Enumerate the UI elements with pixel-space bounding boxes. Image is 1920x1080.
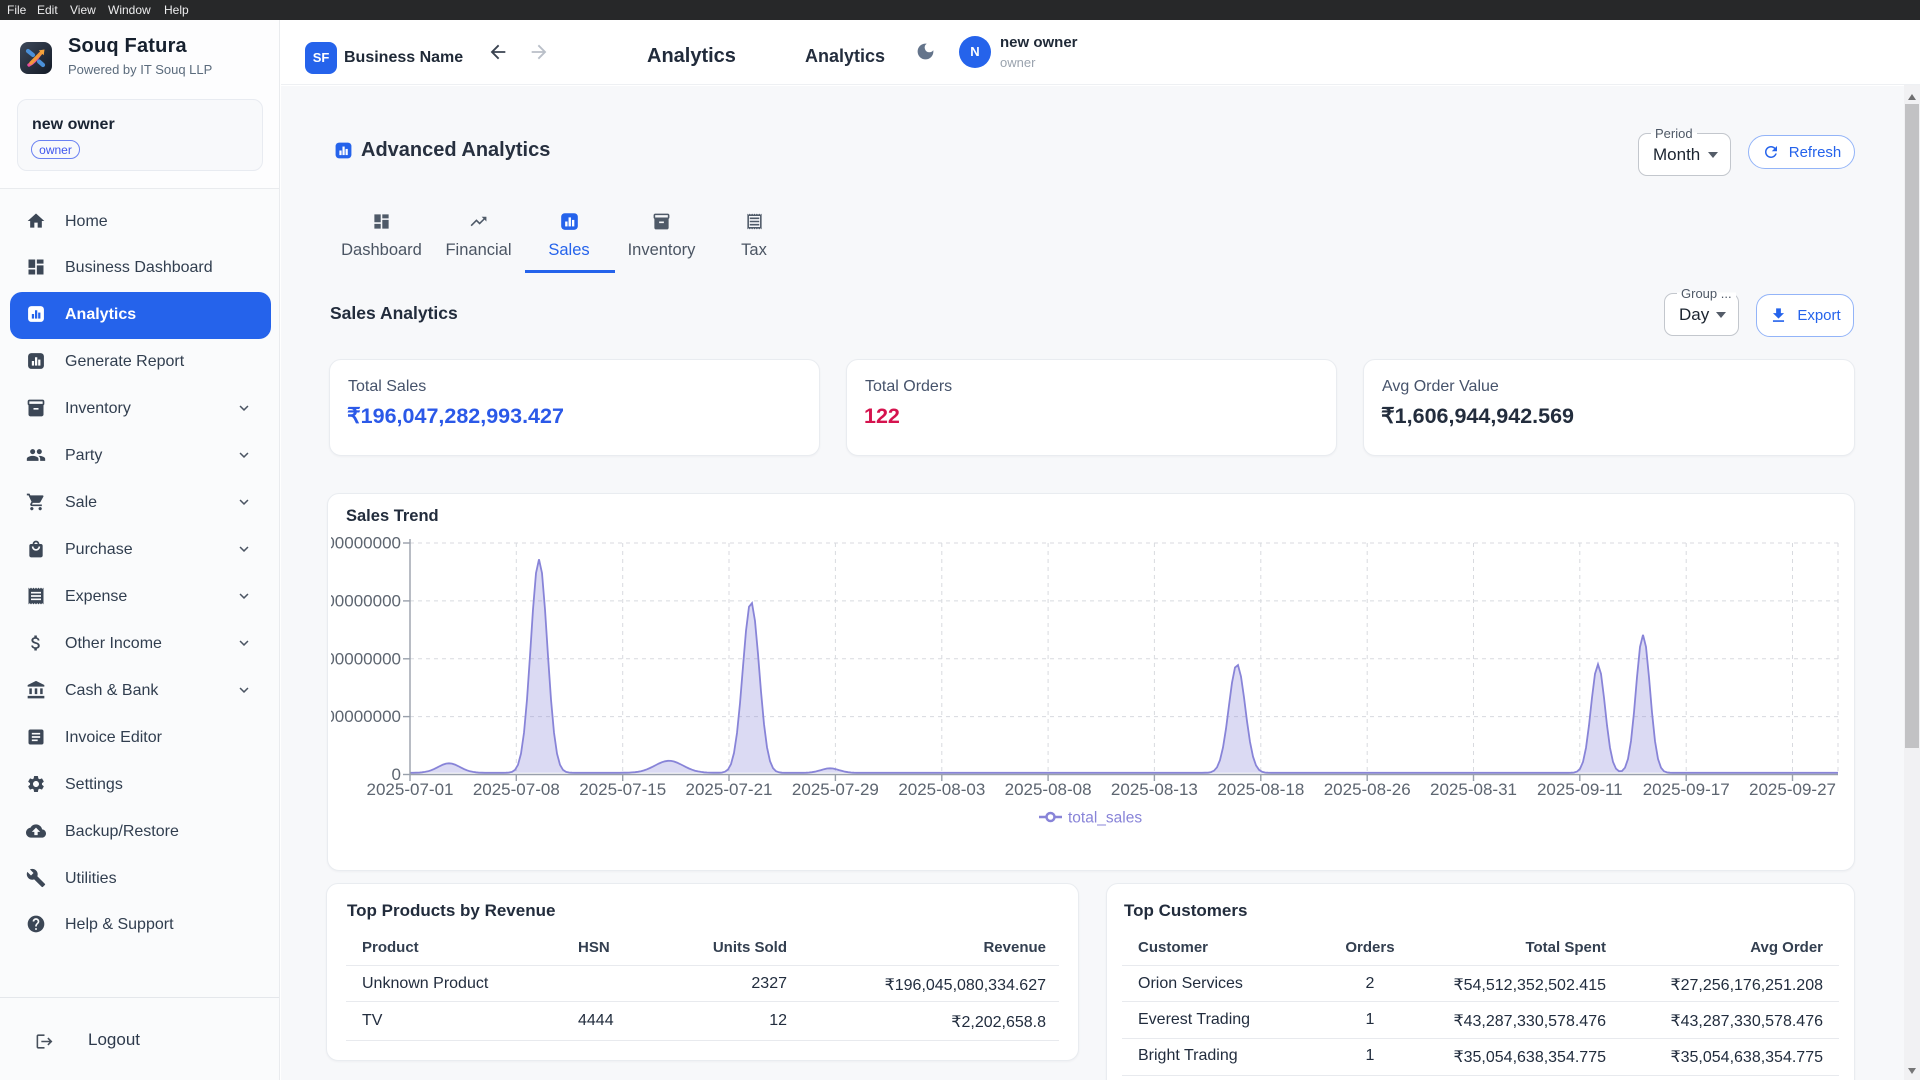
svg-text:2025-07-15: 2025-07-15 [579,780,666,799]
svg-text:2025-08-26: 2025-08-26 [1324,780,1411,799]
svg-text:2025-09-27: 2025-09-27 [1749,780,1836,799]
svg-text:30000000000: 30000000000 [327,591,401,610]
svg-text:10000000000: 10000000000 [327,707,401,726]
svg-text:2025-07-29: 2025-07-29 [792,780,879,799]
svg-text:2025-07-08: 2025-07-08 [473,780,560,799]
svg-text:2025-08-03: 2025-08-03 [898,780,985,799]
svg-text:2025-08-31: 2025-08-31 [1430,780,1517,799]
svg-text:40000000000: 40000000000 [327,534,401,553]
svg-text:2025-07-01: 2025-07-01 [367,780,454,799]
svg-text:2025-08-18: 2025-08-18 [1217,780,1304,799]
svg-text:2025-09-17: 2025-09-17 [1643,780,1730,799]
svg-text:2025-08-08: 2025-08-08 [1005,780,1092,799]
svg-text:2025-08-13: 2025-08-13 [1111,780,1198,799]
svg-text:2025-07-21: 2025-07-21 [686,780,773,799]
svg-text:20000000000: 20000000000 [327,649,401,668]
svg-text:2025-09-11: 2025-09-11 [1537,780,1623,799]
svg-text:total_sales: total_sales [1068,810,1142,827]
